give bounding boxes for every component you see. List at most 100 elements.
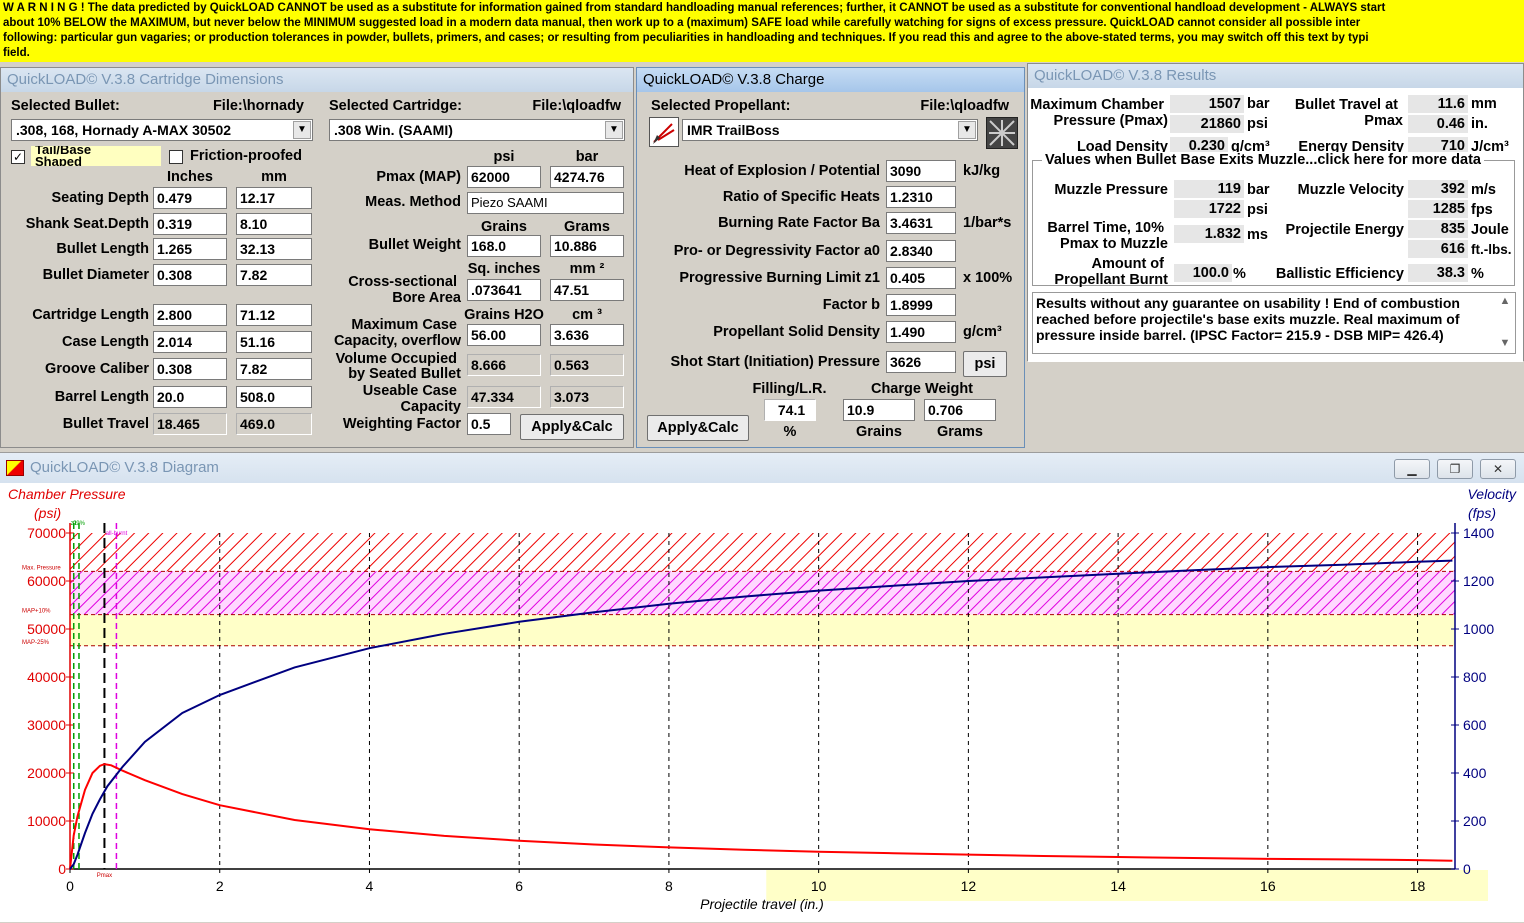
- scroll-up-icon[interactable]: ▲: [1497, 295, 1513, 307]
- close-icon[interactable]: ✕: [1480, 459, 1516, 479]
- case-length-in[interactable]: 2.014: [153, 331, 227, 353]
- max-case-cm3[interactable]: 3.636: [550, 324, 624, 346]
- meas-method-label: Meas. Method: [365, 194, 461, 210]
- warning-line: following: particular gun vagaries; or p…: [3, 32, 1369, 44]
- factor-b-input[interactable]: 1.8999: [886, 294, 956, 316]
- weighting-factor-input[interactable]: 0.5: [467, 413, 511, 435]
- results-message-box[interactable]: Results without any guarantee on usabili…: [1032, 292, 1516, 354]
- ballistic-efficiency-value: 38.3: [1408, 264, 1468, 282]
- diagram-chart[interactable]: Max. Pressure MAP+10% MAP-25% Chamber Pres…: [0, 483, 1524, 923]
- useable-case-cm3: 3.073: [550, 386, 624, 408]
- pmax-psi-input[interactable]: 62000: [467, 166, 541, 188]
- volume-occupied-label: by Seated Bullet: [348, 366, 461, 382]
- y-tick-label: 60000: [27, 573, 66, 589]
- friction-checkbox[interactable]: [169, 150, 183, 164]
- warning-banner[interactable]: W A R N I N G ! The data predicted by Qu…: [0, 0, 1524, 62]
- dimensions-title: QuickLOAD© V.3.8 Cartridge Dimensions: [1, 68, 633, 92]
- bullet-diameter-mm[interactable]: 7.82: [236, 264, 312, 286]
- bullet-select[interactable]: .308, 168, Hornady A-MAX 30502 ▼: [11, 119, 313, 141]
- solid-density-unit: g/cm³: [963, 324, 1002, 340]
- shank-depth-in[interactable]: 0.319: [153, 213, 227, 235]
- x-tick-label: 8: [665, 878, 673, 894]
- pmax-bar-input[interactable]: 4274.76: [550, 166, 624, 188]
- shot-start-input[interactable]: 3626: [886, 351, 956, 373]
- chevron-down-icon[interactable]: ▼: [958, 121, 976, 139]
- unit-joule: Joule: [1471, 222, 1509, 238]
- bullet-weight-grains[interactable]: 168.0: [467, 235, 541, 257]
- y2-tick-label: 800: [1463, 669, 1487, 685]
- burning-rate-input[interactable]: 3.4631: [886, 212, 956, 234]
- unit-psi: psi: [1247, 116, 1268, 132]
- heat-explosion-input[interactable]: 3090: [886, 160, 956, 182]
- bullet-travel-mm: 469.0: [236, 413, 312, 435]
- cartridge-length-mm[interactable]: 71.12: [236, 304, 312, 326]
- y2-tick-label: 200: [1463, 813, 1487, 829]
- left-axis-title: Chamber Pressure: [8, 486, 126, 502]
- charge-row-label: Heat of Explosion / Potential: [684, 163, 880, 179]
- groove-caliber-in[interactable]: 0.308: [153, 358, 227, 380]
- charge-row-label: Progressive Burning Limit z1: [679, 270, 880, 286]
- scroll-down-icon[interactable]: ▼: [1497, 337, 1513, 349]
- groove-caliber-mm[interactable]: 7.82: [236, 358, 312, 380]
- bullet-diameter-in[interactable]: 0.308: [153, 264, 227, 286]
- unit-percent: %: [1233, 266, 1246, 282]
- x-tick-label: 10: [811, 878, 827, 894]
- cross-section-mm2[interactable]: 47.51: [550, 279, 624, 301]
- seating-depth-mm[interactable]: 12.17: [236, 187, 312, 209]
- bullet-length-in[interactable]: 1.265: [153, 238, 227, 260]
- charge-grains-input[interactable]: 10.9: [843, 399, 915, 421]
- mm-header: mm: [261, 169, 287, 185]
- restore-icon[interactable]: ❐: [1437, 459, 1473, 479]
- chevron-down-icon[interactable]: ▼: [605, 121, 623, 139]
- muzzle-pressure-label: Muzzle Pressure: [1054, 182, 1168, 198]
- x-tick-label: 16: [1260, 878, 1276, 894]
- degressivity-input[interactable]: 2.8340: [886, 240, 956, 262]
- max-case-grains[interactable]: 56.00: [467, 324, 541, 346]
- meas-method-input[interactable]: Piezo SAAMI: [467, 192, 624, 214]
- warning-line: W A R N I N G ! The data predicted by Qu…: [3, 2, 1386, 14]
- bullet-weight-grams[interactable]: 10.886: [550, 235, 624, 257]
- bullet-travel-label: Bullet Travel: [62, 416, 149, 432]
- burning-limit-input[interactable]: 0.405: [886, 267, 956, 289]
- unit-in: in.: [1471, 116, 1488, 132]
- results-message: Results without any guarantee on usabili…: [1036, 295, 1460, 343]
- selected-propellant-label: Selected Propellant:: [651, 98, 791, 114]
- muzzle-velocity-ms: 392: [1408, 180, 1468, 198]
- dimensions-window: QuickLOAD© V.3.8 Cartridge Dimensions Se…: [0, 67, 634, 448]
- y-tick-label: 30000: [27, 717, 66, 733]
- muzzle-pressure-bar: 119: [1174, 180, 1244, 198]
- specific-heats-input[interactable]: 1.2310: [886, 186, 956, 208]
- band-label: MAP+10%: [22, 609, 51, 615]
- propellant-select[interactable]: IMR TrailBoss ▼: [682, 119, 978, 141]
- propellant-select-value: IMR TrailBoss: [687, 122, 780, 138]
- diagram-window: QuickLOAD© V.3.8 Diagram ▁ ❐ ✕ Max. Pres…: [0, 452, 1524, 922]
- max-pressure-label: Maximum Chamber: [1030, 97, 1164, 113]
- minimize-icon[interactable]: ▁: [1394, 459, 1430, 479]
- propellant-grid-icon[interactable]: [986, 117, 1018, 149]
- cartridge-length-in[interactable]: 2.800: [153, 304, 227, 326]
- barrel-length-mm[interactable]: 508.0: [236, 386, 312, 408]
- shank-depth-mm[interactable]: 8.10: [236, 213, 312, 235]
- unit-bar: bar: [1247, 182, 1270, 198]
- chevron-down-icon[interactable]: ▼: [293, 121, 311, 139]
- bullet-length-mm[interactable]: 32.13: [236, 238, 312, 260]
- cross-section-sqin[interactable]: .073641: [467, 279, 541, 301]
- barrel-length-in[interactable]: 20.0: [153, 386, 227, 408]
- psi-unit-button[interactable]: psi: [963, 351, 1007, 377]
- seating-depth-in[interactable]: 0.479: [153, 187, 227, 209]
- grams-label: Grams: [937, 424, 983, 440]
- cartridge-select[interactable]: .308 Win. (SAAMI) ▼: [329, 119, 625, 141]
- solid-density-input[interactable]: 1.490: [886, 321, 956, 343]
- muzzle-pressure-psi: 1722: [1174, 200, 1244, 218]
- dimensions-apply-button[interactable]: Apply&Calc: [520, 414, 624, 440]
- muzzle-header[interactable]: Values when Bullet Base Exits Muzzle...c…: [1042, 152, 1484, 168]
- charge-grams-input[interactable]: 0.706: [924, 399, 996, 421]
- y-tick-label: 50000: [27, 621, 66, 637]
- tail-checkbox[interactable]: ✓: [11, 150, 25, 164]
- charge-row-label: Propellant Solid Density: [713, 324, 880, 340]
- propellant-icon[interactable]: [649, 117, 679, 147]
- barrel-time-value: 1.832: [1174, 225, 1244, 243]
- results-window: QuickLOAD© V.3.8 Results Maximum Chamber…: [1027, 63, 1524, 362]
- energy-ftlbs: 616: [1408, 240, 1468, 258]
- charge-apply-button[interactable]: Apply&Calc: [647, 415, 749, 441]
